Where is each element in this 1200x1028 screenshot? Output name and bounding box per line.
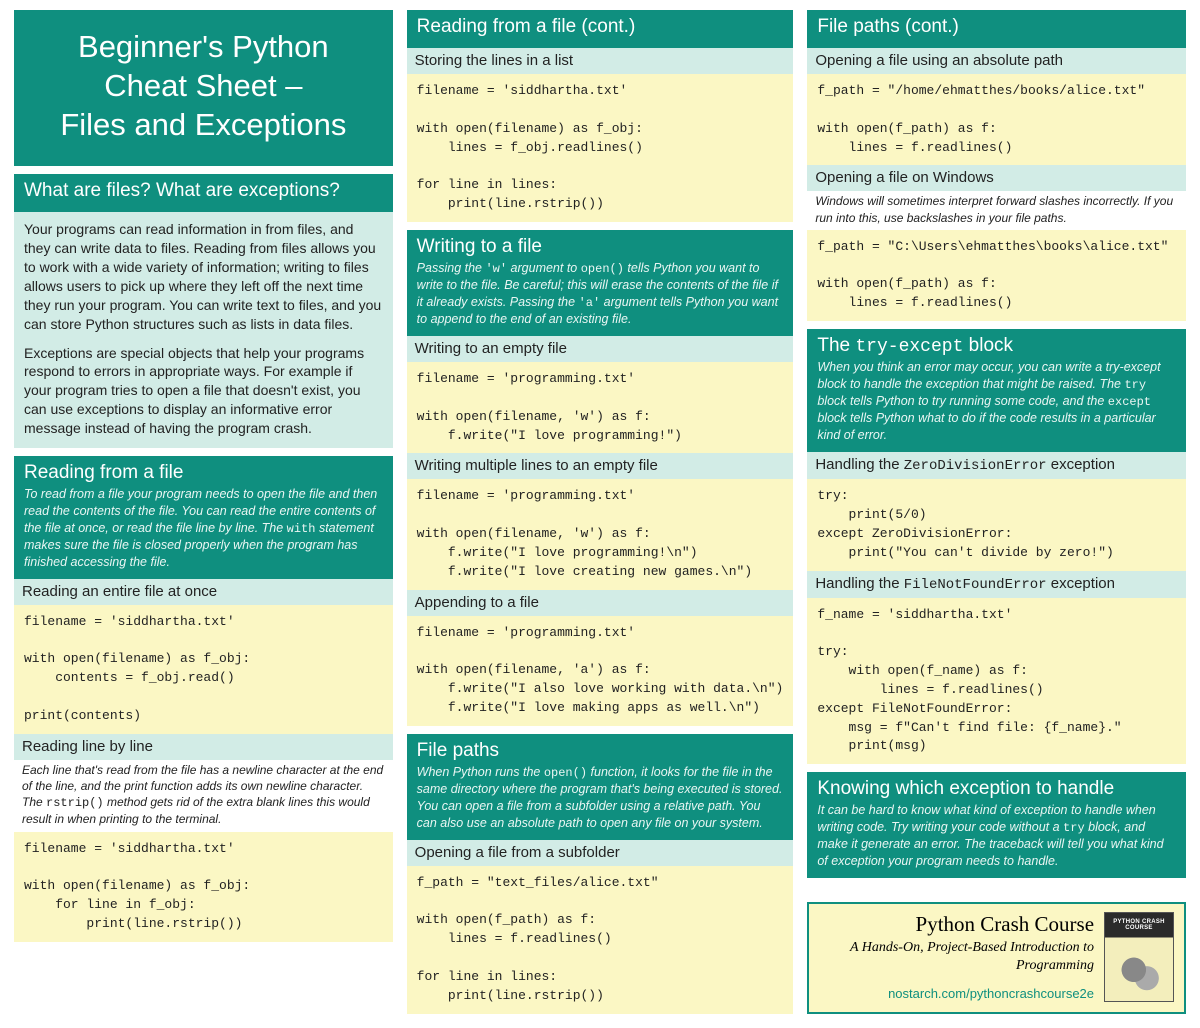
promo-text: Python Crash Course A Hands-On, Project-…	[819, 912, 1094, 1002]
section-reading-cont: Reading from a file (cont.) Storing the …	[407, 10, 794, 222]
promo-box: Python Crash Course A Hands-On, Project-…	[807, 902, 1186, 1014]
know-header: Knowing which exception to handle It can…	[807, 772, 1186, 878]
paths-cont-header: File paths (cont.)	[807, 10, 1186, 48]
paths-sub-3-desc: Windows will sometimes interpret forward…	[807, 191, 1186, 229]
writing-header: Writing to a file Passing the 'w' argume…	[407, 230, 794, 336]
promo-link[interactable]: nostarch.com/pythoncrashcourse2e	[819, 986, 1094, 1001]
reading-sub-2: Reading line by line	[14, 734, 393, 760]
reading-heading: Reading from a file	[24, 462, 383, 484]
reading-cont-header: Reading from a file (cont.)	[407, 10, 794, 48]
section-paths: File paths When Python runs the open() f…	[407, 734, 794, 1014]
sheet-title: Beginner's Python Cheat Sheet – Files an…	[14, 10, 393, 166]
try-sub-1: Handling the ZeroDivisionError exception	[807, 452, 1186, 479]
what-heading: What are files? What are exceptions?	[24, 180, 383, 202]
what-p2: Exceptions are special objects that help…	[24, 344, 383, 438]
try-sub-2: Handling the FileNotFoundError exception	[807, 571, 1186, 598]
know-desc: It can be hard to know what kind of exce…	[817, 802, 1176, 870]
paths-header: File paths When Python runs the open() f…	[407, 734, 794, 840]
column-3: File paths (cont.) Opening a file using …	[807, 10, 1186, 1014]
paths-sub-3: Opening a file on Windows	[807, 165, 1186, 191]
paths-sub-2: Opening a file using an absolute path	[807, 48, 1186, 74]
writing-desc: Passing the 'w' argument to open() tells…	[417, 260, 784, 328]
section-paths-cont: File paths (cont.) Opening a file using …	[807, 10, 1186, 321]
section-try-except: The try-except block When you think an e…	[807, 329, 1186, 764]
book-cover-art	[1113, 953, 1165, 995]
writing-sub-2: Writing multiple lines to an empty file	[407, 453, 794, 479]
try-header: The try-except block When you think an e…	[807, 329, 1186, 452]
paths-sub-1: Opening a file from a subfolder	[407, 840, 794, 866]
column-2: Reading from a file (cont.) Storing the …	[407, 10, 794, 1014]
paths-desc: When Python runs the open() function, it…	[417, 764, 784, 832]
writing-heading: Writing to a file	[417, 236, 784, 258]
paths-heading: File paths	[417, 740, 784, 762]
try-code-2: f_name = 'siddhartha.txt' try: with open…	[807, 598, 1186, 765]
reading-cont-heading: Reading from a file (cont.)	[417, 16, 784, 38]
reading-header: Reading from a file To read from a file …	[14, 456, 393, 579]
paths-code-2: f_path = "/home/ehmatthes/books/alice.tx…	[807, 74, 1186, 165]
paths-cont-heading: File paths (cont.)	[817, 16, 1176, 38]
section-reading: Reading from a file To read from a file …	[14, 456, 393, 942]
book-cover-label: PYTHON CRASH COURSE	[1105, 919, 1173, 931]
reading-code-2: filename = 'siddhartha.txt' with open(fi…	[14, 832, 393, 942]
writing-sub-3: Appending to a file	[407, 590, 794, 616]
paths-code-1: f_path = "text_files/alice.txt" with ope…	[407, 866, 794, 1014]
try-desc: When you think an error may occur, you c…	[817, 359, 1176, 444]
promo-title: Python Crash Course	[819, 912, 1094, 937]
reading-code-1: filename = 'siddhartha.txt' with open(fi…	[14, 605, 393, 734]
section-what: What are files? What are exceptions? You…	[14, 174, 393, 448]
try-code-1: try: print(5/0) except ZeroDivisionError…	[807, 479, 1186, 570]
reading-sub-2-desc: Each line that's read from the file has …	[14, 760, 393, 832]
reading-cont-code: filename = 'siddhartha.txt' with open(fi…	[407, 74, 794, 222]
reading-sub-1: Reading an entire file at once	[14, 579, 393, 605]
what-intro: Your programs can read information in fr…	[14, 212, 393, 448]
section-know-exception: Knowing which exception to handle It can…	[807, 772, 1186, 878]
reading-desc: To read from a file your program needs t…	[24, 486, 383, 571]
what-p1: Your programs can read information in fr…	[24, 220, 383, 333]
promo-subtitle: A Hands-On, Project-Based Introduction t…	[819, 939, 1094, 977]
column-1: Beginner's Python Cheat Sheet – Files an…	[14, 10, 393, 1014]
book-cover-icon: PYTHON CRASH COURSE	[1104, 912, 1174, 1002]
writing-code-2: filename = 'programming.txt' with open(f…	[407, 479, 794, 589]
paths-code-3: f_path = "C:\Users\ehmatthes\books\alice…	[807, 230, 1186, 321]
writing-code-3: filename = 'programming.txt' with open(f…	[407, 616, 794, 726]
know-heading: Knowing which exception to handle	[817, 778, 1176, 800]
what-header: What are files? What are exceptions?	[14, 174, 393, 212]
writing-sub-1: Writing to an empty file	[407, 336, 794, 362]
page-columns: Beginner's Python Cheat Sheet – Files an…	[14, 10, 1186, 1014]
try-heading: The try-except block	[817, 335, 1176, 357]
reading-cont-sub: Storing the lines in a list	[407, 48, 794, 74]
section-writing: Writing to a file Passing the 'w' argume…	[407, 230, 794, 726]
writing-code-1: filename = 'programming.txt' with open(f…	[407, 362, 794, 453]
